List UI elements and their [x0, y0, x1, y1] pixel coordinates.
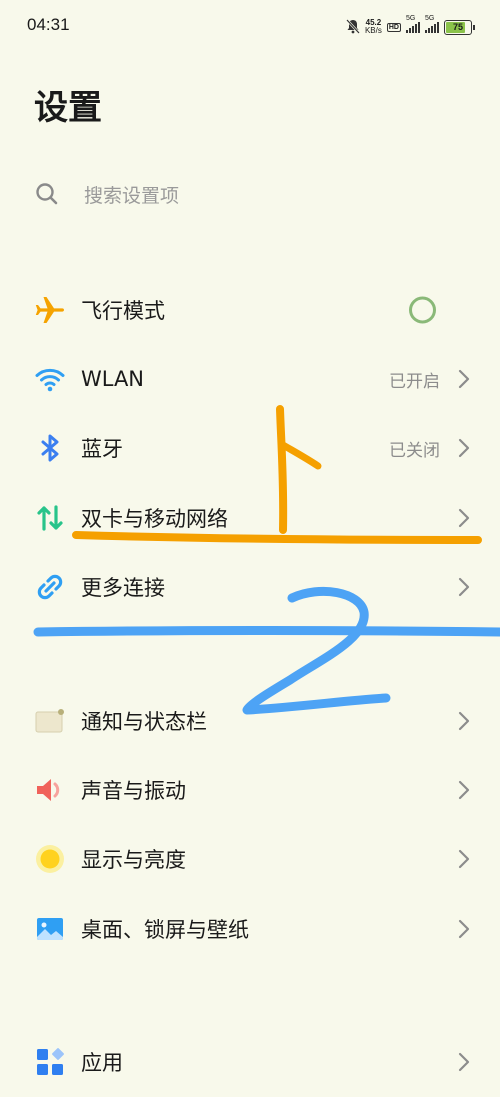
settings-item-dual-sim[interactable]: 双卡与移动网络: [0, 484, 500, 552]
status-time: 04:31: [27, 15, 70, 34]
settings-item-label: WLAN: [81, 367, 145, 391]
network-speed: 45.2 KB/s: [365, 19, 382, 35]
airplane-mode-toggle[interactable]: [409, 296, 436, 324]
apps-icon: [34, 1046, 66, 1078]
chevron-right-icon: [458, 438, 470, 458]
network-speed-unit: KB/s: [364, 26, 382, 35]
settings-item-label: 显示与亮度: [81, 848, 186, 872]
mobile-data-icon: [34, 502, 66, 534]
battery-icon: 75: [444, 19, 475, 35]
settings-item-label: 桌面、锁屏与壁纸: [81, 918, 249, 942]
wallpaper-icon: [34, 913, 66, 945]
bluetooth-status: 已关闭: [389, 440, 440, 461]
brightness-icon: [34, 843, 66, 875]
chevron-right-icon: [458, 780, 470, 800]
sim1-signal-icon: 5G: [406, 15, 420, 33]
settings-item-display[interactable]: 显示与亮度: [0, 825, 500, 893]
chevron-right-icon: [458, 1052, 470, 1072]
settings-item-airplane-mode[interactable]: 飞行模式: [0, 276, 500, 344]
link-icon: [34, 571, 66, 603]
settings-item-label: 声音与振动: [81, 779, 186, 803]
wlan-status: 已开启: [389, 371, 440, 392]
sim2-signal-icon: 5G: [425, 15, 439, 33]
settings-item-apps[interactable]: 应用: [0, 1028, 500, 1096]
chevron-right-icon: [458, 711, 470, 731]
speaker-icon: [34, 774, 66, 806]
mute-icon: [346, 18, 360, 36]
settings-item-wlan[interactable]: WLAN 已开启: [0, 345, 500, 413]
chevron-right-icon: [458, 919, 470, 939]
settings-item-more-connections[interactable]: 更多连接: [0, 553, 500, 621]
page-title: 设置: [34, 88, 102, 128]
notification-icon: [34, 705, 66, 737]
status-bar: 04:31 45.2 KB/s HD 5G 5G 75: [0, 0, 500, 54]
status-icons: 45.2 KB/s HD 5G 5G 75: [346, 15, 475, 38]
airplane-icon: [34, 294, 66, 326]
settings-item-notifications[interactable]: 通知与状态栏: [0, 687, 500, 755]
sim2-network-label: 5G: [425, 15, 435, 22]
bluetooth-icon: [34, 432, 66, 464]
hd-badge: HD: [386, 22, 401, 32]
sim1-network-label: 5G: [406, 15, 416, 22]
settings-item-wallpaper[interactable]: 桌面、锁屏与壁纸: [0, 895, 500, 963]
chevron-right-icon: [458, 577, 470, 597]
chevron-right-icon: [458, 849, 470, 869]
settings-item-bluetooth[interactable]: 蓝牙 已关闭: [0, 414, 500, 482]
search-bar[interactable]: 搜索设置项: [34, 170, 464, 218]
settings-item-label: 应用: [81, 1051, 123, 1075]
battery-level: 75: [452, 21, 463, 32]
settings-item-label: 蓝牙: [81, 437, 123, 461]
chevron-right-icon: [458, 369, 470, 389]
settings-item-label: 通知与状态栏: [81, 710, 207, 734]
chevron-right-icon: [458, 508, 470, 528]
settings-item-sound[interactable]: 声音与振动: [0, 756, 500, 824]
settings-item-label: 飞行模式: [81, 299, 165, 323]
wifi-icon: [34, 363, 66, 395]
search-icon: [34, 181, 60, 207]
settings-item-label: 更多连接: [81, 576, 165, 600]
settings-item-label: 双卡与移动网络: [81, 507, 228, 531]
search-placeholder: 搜索设置项: [84, 184, 180, 207]
